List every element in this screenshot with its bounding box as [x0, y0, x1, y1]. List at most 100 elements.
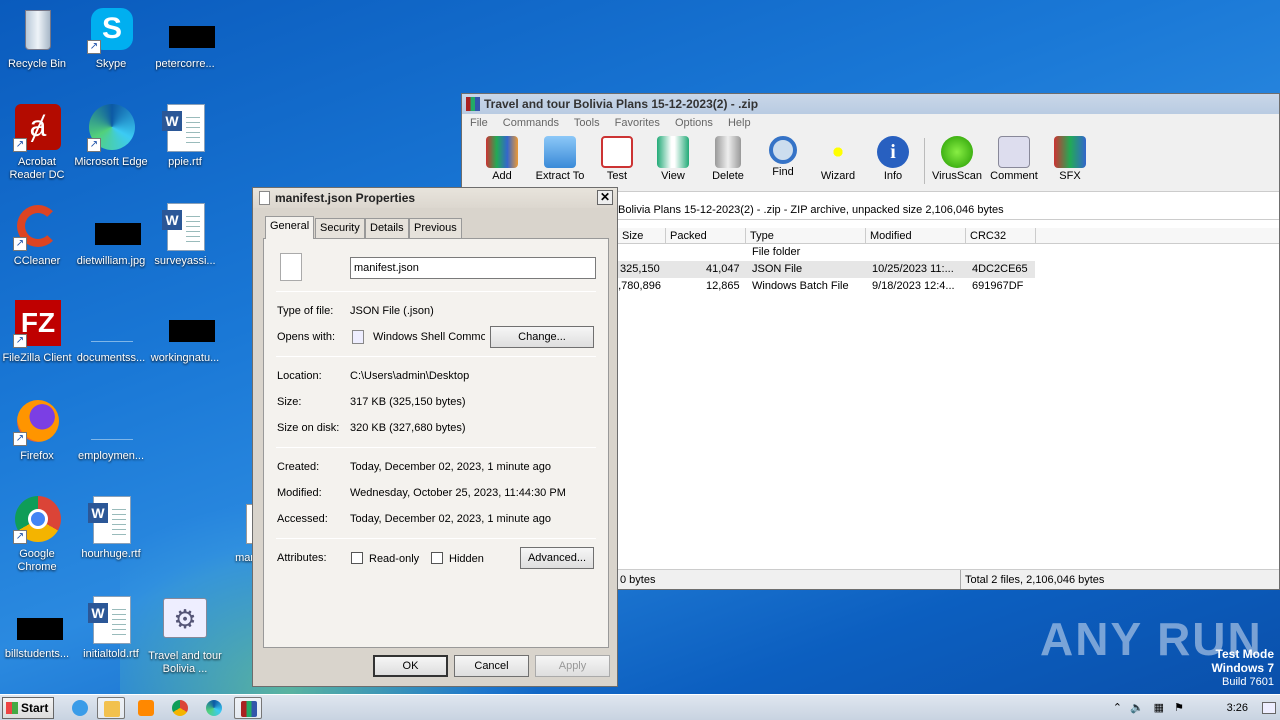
tab-details[interactable]: Details: [365, 218, 409, 238]
delete-button[interactable]: Delete: [700, 136, 756, 182]
extract-to-button[interactable]: Extract To: [532, 136, 588, 182]
desktop-icon-acrobat[interactable]: ⱥ ↗ Acrobat Reader DC: [0, 104, 74, 182]
taskbar-media-player[interactable]: [132, 697, 160, 719]
properties-title-bar[interactable]: manifest.json Properties ✕: [253, 188, 617, 208]
flag-icon[interactable]: ⚑: [1174, 695, 1184, 720]
winrar-app-icon: [466, 97, 480, 111]
desktop-icon-surveyassi[interactable]: surveyassi...: [148, 203, 222, 268]
general-tab-panel: manifest.json Type of file: JSON File (.…: [263, 238, 609, 648]
column-packed[interactable]: Packed: [666, 228, 746, 244]
desktop-icon-initialtold[interactable]: initialtold.rtf: [74, 596, 148, 661]
menu-commands[interactable]: Commands: [503, 117, 559, 129]
comment-button[interactable]: Comment: [986, 136, 1042, 182]
desktop-icon-hourhuge[interactable]: hourhuge.rtf: [74, 496, 148, 561]
virusscan-label: VirusScan: [932, 170, 982, 182]
menu-help[interactable]: Help: [728, 117, 751, 129]
desktop-icon-label: Recycle Bin: [7, 58, 67, 70]
ok-button[interactable]: OK: [373, 655, 448, 677]
desktop-icon-documentss[interactable]: documentss...: [74, 300, 148, 365]
taskbar-chrome[interactable]: [166, 697, 194, 719]
clock[interactable]: 3:26 PM: [1227, 695, 1248, 720]
change-button[interactable]: Change...: [490, 326, 594, 348]
desktop-icon-petercorre[interactable]: petercorre...: [148, 6, 222, 71]
test-button[interactable]: Test: [589, 136, 645, 182]
desktop-icon-recycle-bin[interactable]: Recycle Bin: [0, 6, 74, 71]
desktop-icon-travel-bolivia[interactable]: ⚙ Travel and tour Bolivia ...: [148, 598, 222, 676]
desktop-icon-firefox[interactable]: ↗ Firefox: [0, 398, 74, 463]
desktop-icon-label: petercorre...: [155, 58, 215, 70]
taskbar: Start ⌃ 🔈 ▦ ⚑ 3:26 PM: [0, 694, 1280, 720]
column-type[interactable]: Type: [746, 228, 866, 244]
ccleaner-icon: ↗: [13, 203, 61, 251]
find-button[interactable]: Find: [755, 136, 811, 178]
cancel-button[interactable]: Cancel: [454, 655, 529, 677]
sfx-button[interactable]: SFX: [1042, 136, 1098, 182]
desktop-icon-label: CCleaner: [13, 255, 61, 267]
accessed-value: Today, December 02, 2023, 1 minute ago: [350, 513, 551, 525]
desktop-icon-billstudents[interactable]: billstudents...: [0, 596, 74, 661]
column-size[interactable]: Size: [618, 228, 666, 244]
virus-icon: [941, 136, 973, 168]
volume-icon[interactable]: 🔈: [1130, 695, 1144, 720]
taskbar-edge[interactable]: [200, 697, 228, 719]
network-icon[interactable]: ▦: [1154, 695, 1164, 720]
desktop-icon-dietwilliam[interactable]: dietwilliam.jpg: [74, 203, 148, 268]
view-button[interactable]: View: [645, 136, 701, 182]
filename-field[interactable]: manifest.json: [350, 257, 596, 279]
desktop-icon-filezilla[interactable]: FZ ↗ FileZilla Client: [0, 300, 74, 365]
desktop-icon-workingnatu[interactable]: workingnatu...: [148, 300, 222, 365]
folder-icon: [544, 136, 576, 168]
menu-tools[interactable]: Tools: [574, 117, 600, 129]
show-desktop-button[interactable]: [1262, 702, 1276, 714]
properties-dialog[interactable]: manifest.json Properties ✕ General Secur…: [252, 187, 618, 687]
chrome-icon: ↗: [13, 496, 61, 544]
apply-button[interactable]: Apply: [535, 655, 610, 677]
edge-icon: ↗: [87, 104, 135, 152]
test-label: Test: [606, 170, 628, 182]
column-modified[interactable]: Modified: [866, 228, 966, 244]
column-crc32[interactable]: CRC32: [966, 228, 1036, 244]
menu-options[interactable]: Options: [675, 117, 713, 129]
start-button[interactable]: Start: [2, 697, 54, 719]
winrar-title-bar[interactable]: Travel and tour Bolivia Plans 15-12-2023…: [462, 94, 1279, 114]
row-modified: 9/18/2023 12:4...: [872, 280, 955, 292]
taskbar-winrar[interactable]: [234, 697, 262, 719]
close-icon: ✕: [599, 190, 611, 204]
word-document-icon: [161, 104, 209, 152]
desktop-icon-ccleaner[interactable]: ↗ CCleaner: [0, 203, 74, 268]
readonly-checkbox[interactable]: [351, 552, 363, 564]
desktop-icon-employmen[interactable]: employmen...: [74, 398, 148, 463]
divider: [276, 538, 596, 539]
menu-file[interactable]: File: [470, 117, 488, 129]
wizard-button[interactable]: Wizard: [810, 136, 866, 182]
add-button[interactable]: Add: [474, 136, 530, 182]
desktop-icon-ppie[interactable]: ppie.rtf: [148, 104, 222, 169]
desktop-icon-chrome[interactable]: ↗ Google Chrome: [0, 496, 74, 574]
size-on-disk-value: 320 KB (327,680 bytes): [350, 422, 466, 434]
hidden-checkbox[interactable]: [431, 552, 443, 564]
tab-previous-versions[interactable]: Previous Versions: [409, 218, 462, 252]
virusscan-button[interactable]: VirusScan: [929, 136, 985, 182]
tab-general[interactable]: General: [265, 216, 315, 239]
info-button[interactable]: i Info: [865, 136, 921, 182]
acrobat-icon: ⱥ ↗: [13, 104, 61, 152]
row-packed: 41,047: [706, 263, 740, 275]
taskbar-ie[interactable]: [66, 697, 94, 719]
desktop-icon-skype[interactable]: S ↗ Skype: [74, 6, 148, 71]
close-button[interactable]: ✕: [597, 190, 613, 205]
extract-to-label: Extract To: [535, 170, 585, 182]
media-player-icon: [138, 700, 154, 716]
advanced-button[interactable]: Advanced...: [520, 547, 594, 569]
desktop-icon-edge[interactable]: ↗ Microsoft Edge: [74, 104, 148, 169]
properties-title: manifest.json Properties: [275, 191, 416, 205]
build-label: Build 7601: [1222, 676, 1274, 688]
recycle-bin-icon: [13, 6, 61, 54]
size-label: Size:: [277, 396, 302, 408]
word-document-icon: [87, 596, 135, 644]
tab-security[interactable]: Security: [315, 218, 365, 238]
show-hidden-icons[interactable]: ⌃: [1113, 695, 1122, 720]
taskbar-explorer[interactable]: [97, 697, 125, 719]
settings-file-icon: ⚙: [161, 598, 209, 646]
menu-favorites[interactable]: Favorites: [615, 117, 660, 129]
hidden-label: Hidden: [449, 553, 484, 565]
